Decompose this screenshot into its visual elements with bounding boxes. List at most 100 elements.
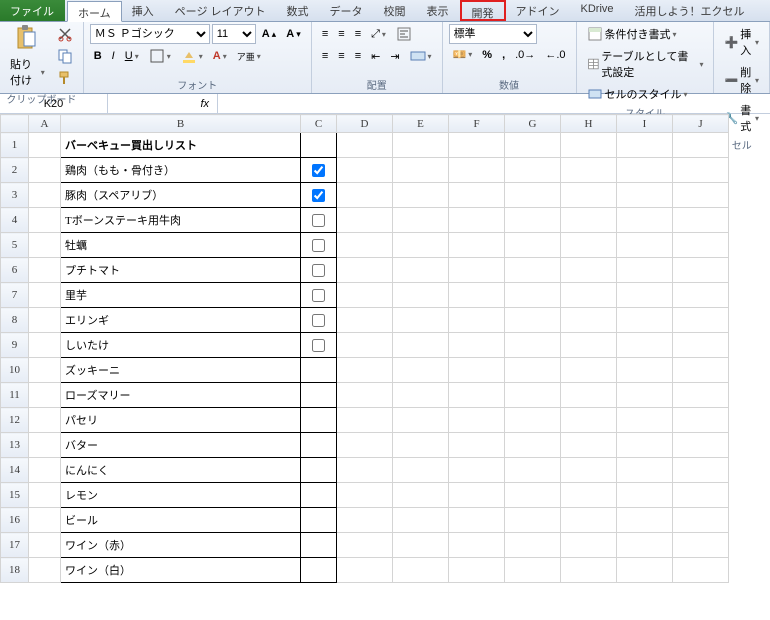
cell[interactable] [29,533,61,558]
list-item-cell[interactable]: エリンギ [61,308,301,333]
align-middle-button[interactable]: ≡ [334,26,348,42]
checkbox-cell[interactable] [301,158,337,183]
cell[interactable] [393,183,449,208]
column-header[interactable]: I [617,115,673,133]
cell[interactable] [561,433,617,458]
row-header[interactable]: 16 [1,508,29,533]
cell[interactable] [505,558,561,583]
align-top-button[interactable]: ≡ [318,26,332,42]
percent-button[interactable]: % [478,47,496,63]
cell[interactable] [337,483,393,508]
name-box[interactable]: K20 [0,94,108,113]
cell[interactable] [561,558,617,583]
cell[interactable] [29,133,61,158]
cell[interactable] [29,408,61,433]
tab-data[interactable]: データ [320,0,374,21]
number-format-combo[interactable]: 標準 [449,24,537,44]
cell[interactable] [301,558,337,583]
row-header[interactable]: 3 [1,183,29,208]
cell[interactable] [449,333,505,358]
cell[interactable] [505,433,561,458]
list-checkbox[interactable] [312,289,325,302]
cell[interactable] [505,233,561,258]
cell[interactable] [337,408,393,433]
row-header[interactable]: 7 [1,283,29,308]
cell[interactable] [561,408,617,433]
tab-developer[interactable]: 開発 [460,0,506,21]
list-item-cell[interactable]: プチトマト [61,258,301,283]
list-checkbox[interactable] [312,239,325,252]
cell[interactable] [561,508,617,533]
cell[interactable] [301,358,337,383]
cell[interactable] [673,358,729,383]
cell[interactable] [449,508,505,533]
tab-extra[interactable]: 活用しよう！エクセル [625,0,756,21]
cell[interactable] [505,258,561,283]
cell[interactable] [337,558,393,583]
cell[interactable] [29,483,61,508]
cell[interactable] [449,433,505,458]
cell[interactable] [393,208,449,233]
cell[interactable] [29,283,61,308]
cell[interactable] [301,508,337,533]
cell[interactable] [505,208,561,233]
checkbox-cell[interactable] [301,258,337,283]
cell[interactable] [301,533,337,558]
cell[interactable] [673,533,729,558]
cell[interactable] [505,508,561,533]
cell[interactable] [393,308,449,333]
cell[interactable] [505,333,561,358]
cell[interactable] [561,158,617,183]
cell[interactable] [617,408,673,433]
cell[interactable] [505,308,561,333]
cell[interactable] [505,458,561,483]
align-right-button[interactable]: ≡ [351,48,365,64]
cell[interactable] [393,508,449,533]
tab-kdrive[interactable]: KDrive [571,0,625,21]
paste-button[interactable]: 貼り付け▾ [6,54,49,90]
cell[interactable] [617,333,673,358]
cell[interactable] [29,433,61,458]
list-item-cell[interactable]: ワイン（赤） [61,533,301,558]
cell[interactable] [449,308,505,333]
tab-review[interactable]: 校閲 [374,0,417,21]
column-header[interactable]: A [29,115,61,133]
cell[interactable] [449,258,505,283]
cell[interactable] [449,283,505,308]
cell[interactable] [617,433,673,458]
cut-button[interactable] [53,24,77,44]
list-item-cell[interactable]: ローズマリー [61,383,301,408]
cell[interactable] [337,433,393,458]
cell[interactable] [337,383,393,408]
cell[interactable] [393,558,449,583]
cell[interactable] [301,408,337,433]
cell[interactable] [561,533,617,558]
row-header[interactable]: 11 [1,383,29,408]
cell[interactable] [505,483,561,508]
cell[interactable] [393,383,449,408]
cell[interactable] [617,383,673,408]
row-header[interactable]: 12 [1,408,29,433]
tab-formulas[interactable]: 数式 [277,0,320,21]
cell[interactable] [337,283,393,308]
merge-button[interactable]: ▾ [406,46,436,66]
format-table-button[interactable]: テーブルとして書式設定▾ [583,46,708,82]
cell[interactable] [673,183,729,208]
checkbox-cell[interactable] [301,333,337,358]
cell[interactable] [29,558,61,583]
cell[interactable] [29,308,61,333]
row-header[interactable]: 4 [1,208,29,233]
checkbox-cell[interactable] [301,308,337,333]
tab-addins[interactable]: アドイン [506,0,571,21]
cell[interactable] [29,158,61,183]
cell[interactable] [617,508,673,533]
list-item-cell[interactable]: パセリ [61,408,301,433]
list-checkbox[interactable] [312,189,325,202]
cell[interactable] [449,133,505,158]
font-name-combo[interactable]: ＭＳ Ｐゴシック [90,24,210,44]
cell[interactable] [673,208,729,233]
cell[interactable] [29,508,61,533]
cell[interactable] [505,383,561,408]
copy-button[interactable] [53,46,77,66]
cell[interactable] [617,483,673,508]
